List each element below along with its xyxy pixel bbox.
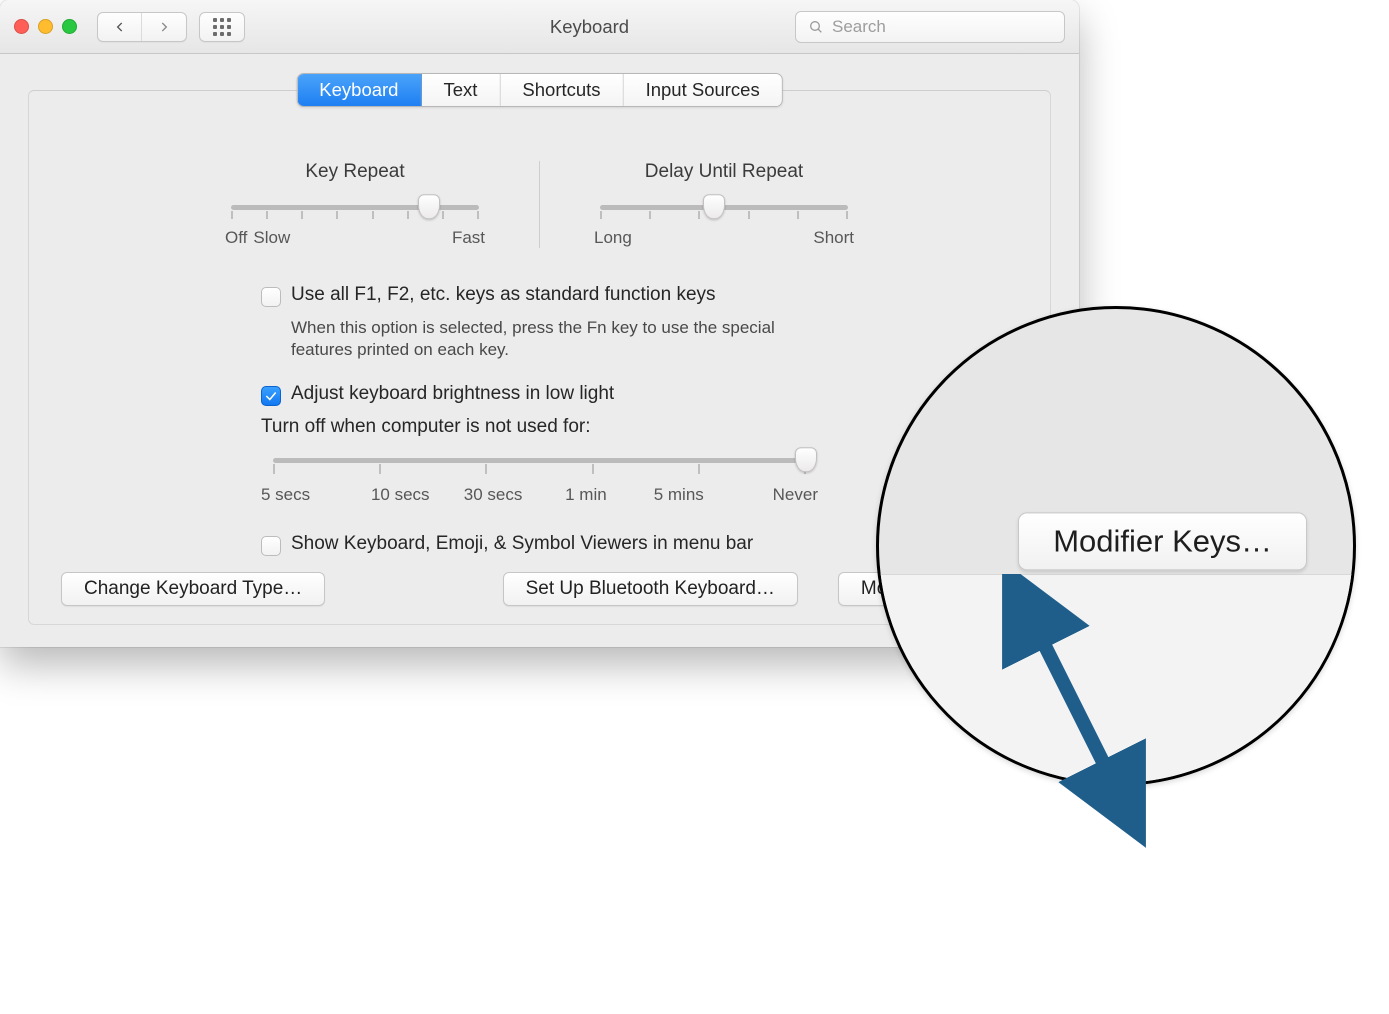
tab-keyboard[interactable]: Keyboard — [297, 74, 421, 106]
search-field[interactable]: Search — [795, 11, 1065, 43]
minimize-window-button[interactable] — [38, 19, 53, 34]
tab-shortcuts[interactable]: Shortcuts — [500, 74, 623, 106]
idle-stop-1m: 1 min — [540, 485, 633, 505]
search-placeholder: Search — [832, 17, 886, 37]
setup-bluetooth-keyboard-button[interactable]: Set Up Bluetooth Keyboard… — [503, 572, 798, 606]
key-repeat-title: Key Repeat — [221, 161, 489, 183]
tab-text[interactable]: Text — [421, 74, 500, 106]
delay-title: Delay Until Repeat — [590, 161, 858, 183]
nav-back-forward — [97, 12, 187, 42]
idle-stops: 5 secs 10 secs 30 secs 1 min 5 mins Neve… — [261, 485, 818, 505]
idle-stop-30s: 30 secs — [447, 485, 540, 505]
idle-stop-5s: 5 secs — [261, 485, 354, 505]
show-all-button[interactable] — [199, 12, 245, 42]
forward-button[interactable] — [142, 13, 186, 41]
slider-thumb[interactable] — [795, 447, 817, 472]
change-keyboard-type-button[interactable]: Change Keyboard Type… — [61, 572, 325, 606]
option-fn-keys-desc: When this option is selected, press the … — [261, 311, 818, 379]
zoom-modifier-keys-button: Modifier Keys… — [1018, 512, 1307, 570]
bottom-buttons: Change Keyboard Type… Set Up Bluetooth K… — [61, 572, 1018, 606]
key-repeat-slow-label: Slow — [253, 228, 290, 248]
apps-grid-icon — [200, 13, 244, 41]
checkbox[interactable] — [261, 287, 281, 307]
window-title: Keyboard — [444, 16, 735, 38]
idle-stop-never: Never — [725, 485, 818, 505]
delay-until-repeat-block: Delay Until Repeat Long Short — [590, 161, 858, 248]
option-show-viewers-label: Show Keyboard, Emoji, & Symbol Viewers i… — [291, 533, 753, 555]
close-window-button[interactable] — [14, 19, 29, 34]
back-button[interactable] — [98, 13, 142, 41]
key-repeat-off-label: Off — [225, 228, 247, 248]
zoom-window-button[interactable] — [62, 19, 77, 34]
window-controls — [14, 19, 77, 34]
idle-slider[interactable] — [273, 458, 806, 463]
delay-long-label: Long — [594, 228, 632, 248]
delay-short-label: Short — [813, 228, 854, 248]
slider-divider — [539, 161, 540, 248]
option-brightness-label: Adjust keyboard brightness in low light — [291, 383, 614, 405]
checkbox[interactable] — [261, 536, 281, 556]
slider-thumb[interactable] — [703, 194, 725, 219]
idle-stop-5m: 5 mins — [632, 485, 725, 505]
pane-tabs: Keyboard Text Shortcuts Input Sources — [296, 73, 782, 107]
zoom-callout: Modifier Keys… — [876, 306, 1356, 786]
delay-slider[interactable] — [600, 205, 848, 210]
key-repeat-block: Key Repeat Off Slow Fast — [221, 161, 489, 248]
option-fn-keys-label: Use all F1, F2, etc. keys as standard fu… — [291, 284, 716, 306]
idle-off-label: Turn off when computer is not used for: — [261, 410, 818, 454]
option-brightness[interactable]: Adjust keyboard brightness in low light — [261, 383, 818, 406]
slider-thumb[interactable] — [418, 194, 440, 219]
option-fn-keys[interactable]: Use all F1, F2, etc. keys as standard fu… — [261, 284, 818, 307]
checkbox[interactable] — [261, 386, 281, 406]
key-repeat-fast-label: Fast — [452, 228, 485, 248]
option-show-viewers[interactable]: Show Keyboard, Emoji, & Symbol Viewers i… — [261, 533, 818, 556]
key-repeat-slider[interactable] — [231, 205, 479, 210]
tab-input-sources[interactable]: Input Sources — [624, 74, 782, 106]
window-titlebar: Keyboard Search — [0, 0, 1079, 54]
idle-stop-10s: 10 secs — [354, 485, 447, 505]
search-icon — [808, 19, 824, 35]
